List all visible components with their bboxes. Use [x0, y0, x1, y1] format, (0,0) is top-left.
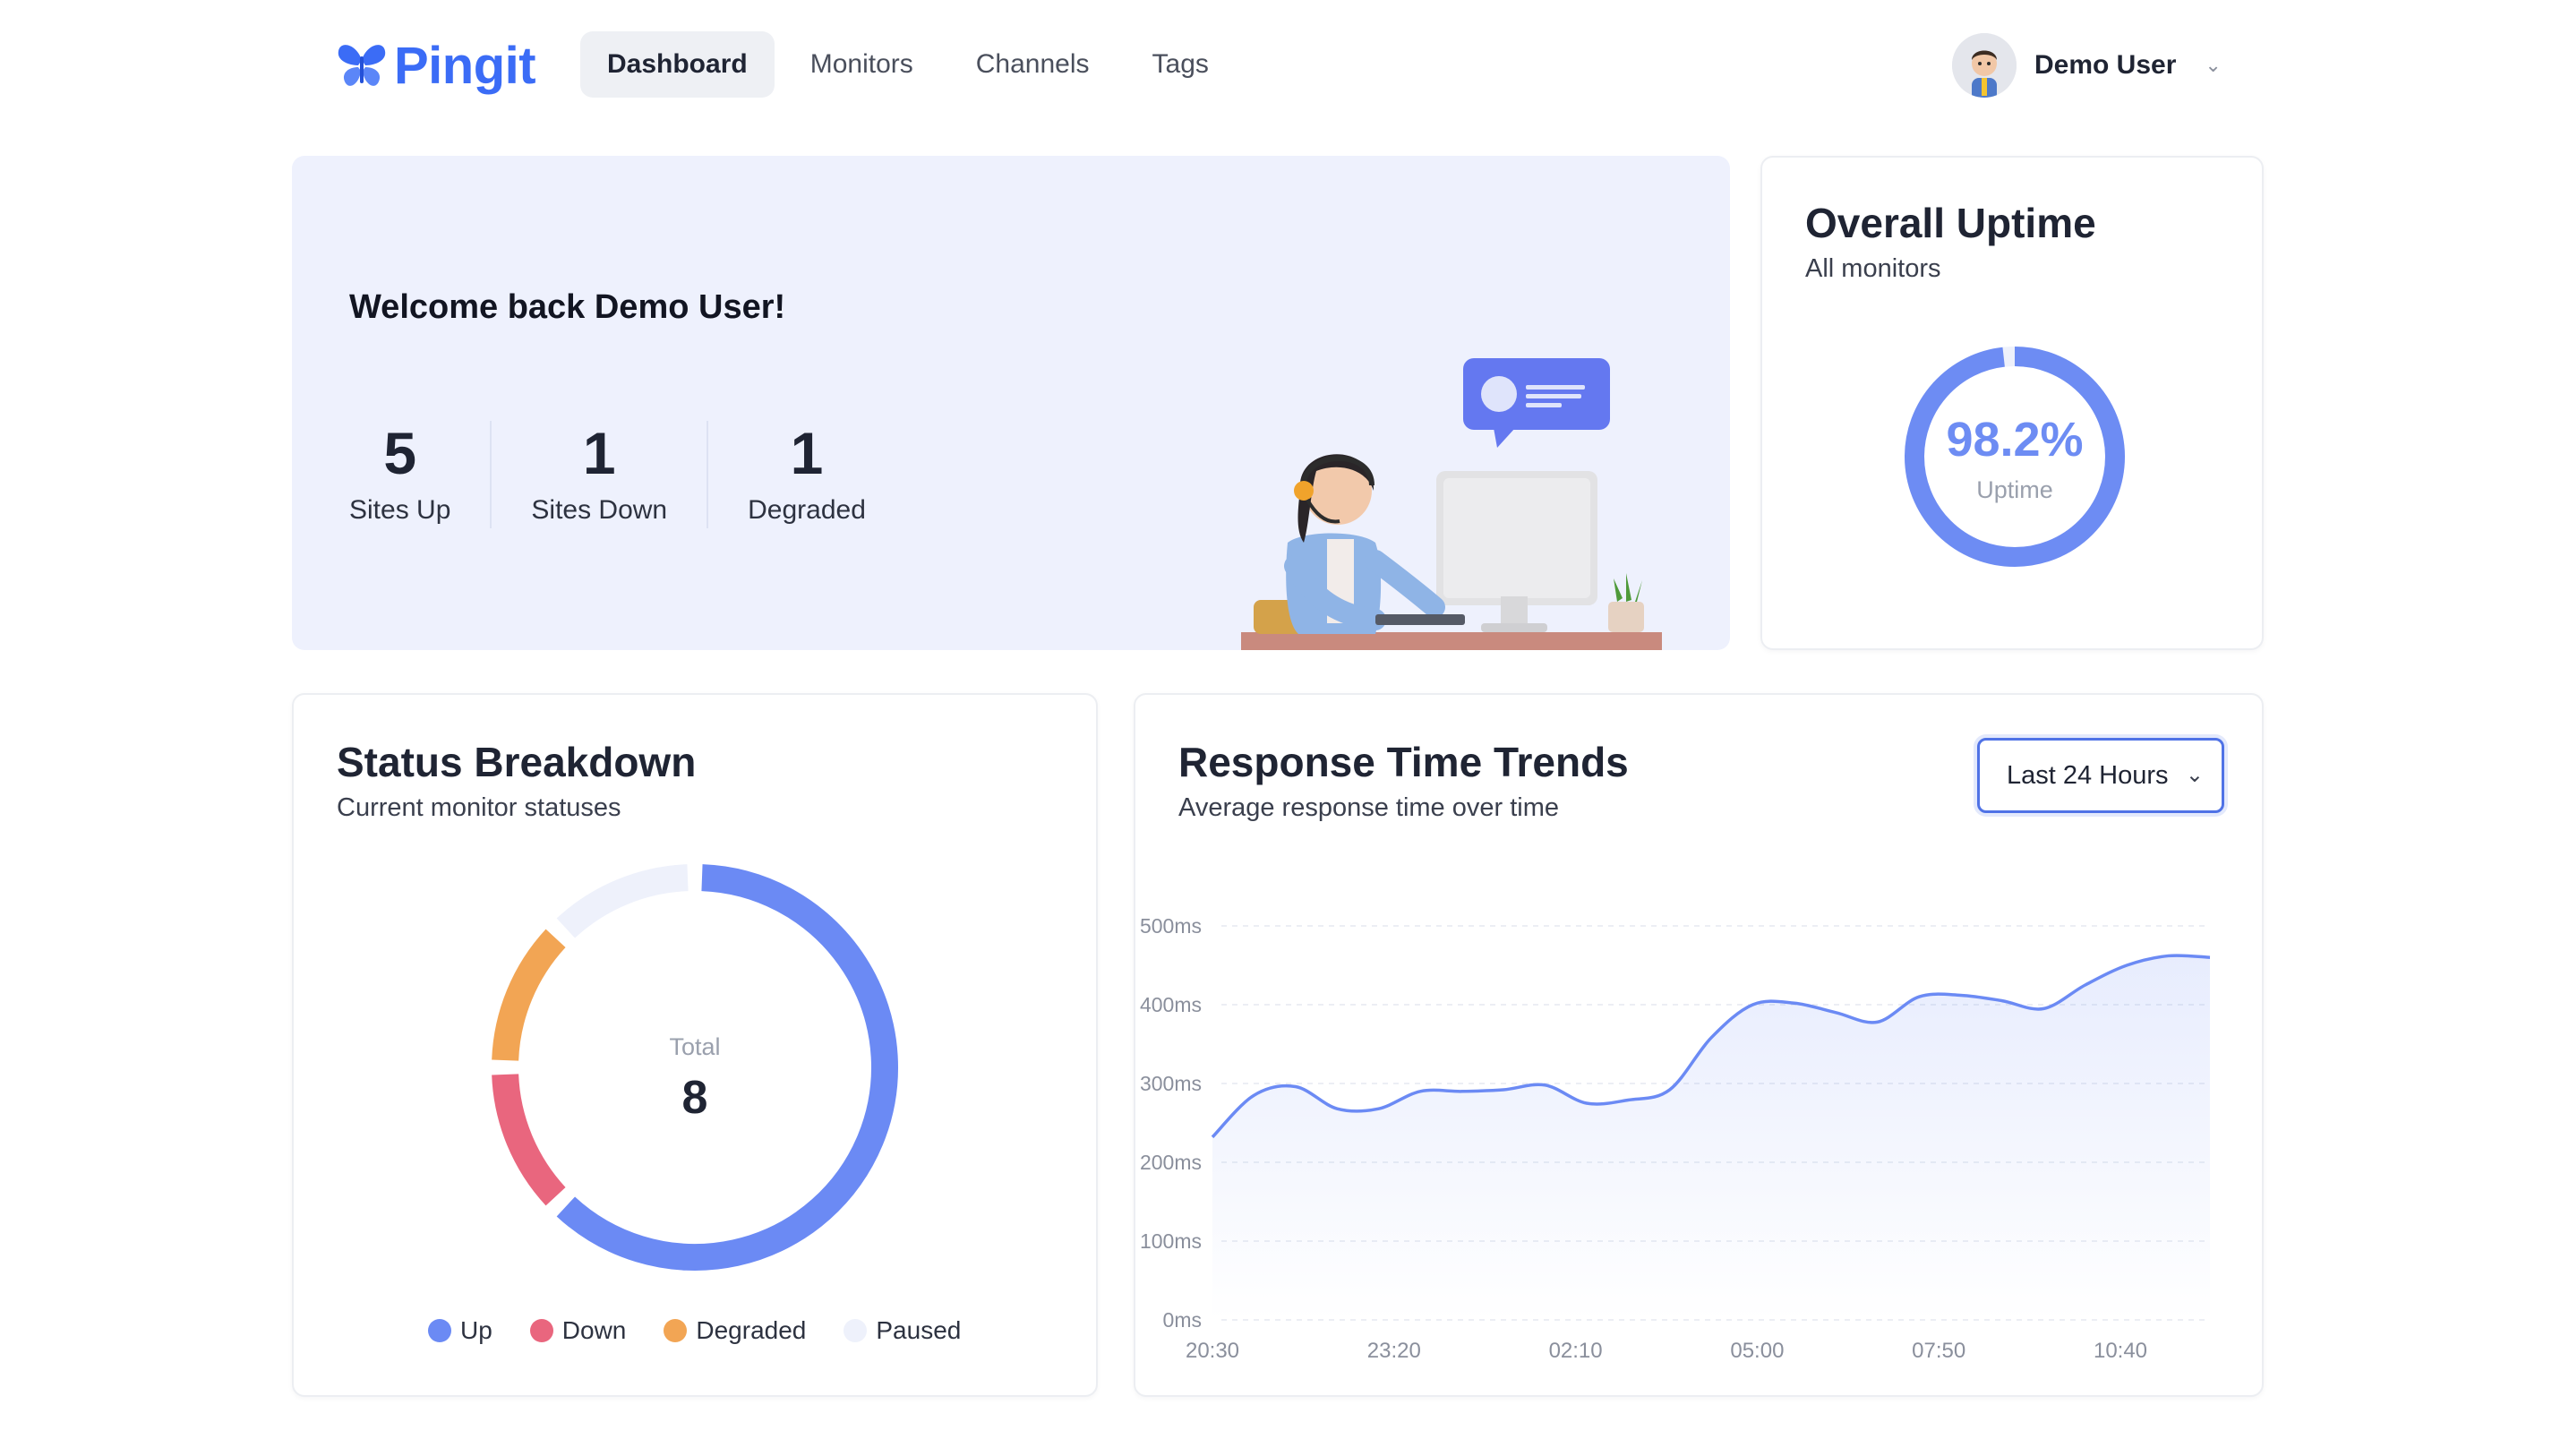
data-point[interactable] [1542, 1083, 1547, 1088]
data-point[interactable] [1501, 1087, 1506, 1092]
data-point[interactable] [1708, 1035, 1714, 1041]
support-agent-illustration [1241, 358, 1662, 650]
user-menu[interactable]: Demo User ⌄ [1952, 31, 2222, 99]
card-title: Status Breakdown [337, 739, 697, 785]
uptime-value: 98.2% [1946, 413, 2084, 467]
chevron-down-icon: ⌄ [2185, 763, 2204, 787]
x-tick-label: 20:30 [1186, 1339, 1239, 1363]
donut-center-value: 8 [681, 1072, 708, 1124]
legend-swatch [664, 1319, 688, 1342]
data-point[interactable] [1460, 1089, 1465, 1094]
card-subtitle: Current monitor statuses [337, 793, 621, 822]
user-avatar-icon [1952, 33, 2017, 98]
legend-label: Down [561, 1316, 627, 1344]
response-time-trends-card: 0ms 100ms 200ms 300ms 400ms 500ms 20:30 23:20 02… [1134, 693, 2264, 1397]
uptime-gauge: 98.2% Uptime [1898, 340, 2131, 573]
legend-label: Up [460, 1316, 492, 1344]
nav-monitors[interactable]: Monitors [784, 31, 940, 98]
x-tick-label: 07:50 [1912, 1339, 1965, 1363]
stat-value: 5 [383, 420, 417, 486]
stat-label: Degraded [748, 495, 866, 525]
card-title: Overall Uptime [1805, 200, 2096, 246]
data-point[interactable] [2124, 963, 2129, 968]
stat-value: 1 [582, 420, 616, 486]
data-point[interactable] [1792, 1000, 1797, 1006]
card-title: Response Time Trends [1178, 739, 1629, 785]
legend-item-degraded[interactable]: Degraded [664, 1316, 806, 1345]
legend-item-paused[interactable]: Paused [844, 1316, 961, 1345]
data-point[interactable] [2041, 1006, 2046, 1011]
overall-uptime-card: Overall Uptime All monitors 98.2% Uptime [1760, 156, 2264, 650]
legend-swatch [428, 1319, 451, 1342]
data-point[interactable] [1251, 1092, 1256, 1098]
data-point[interactable] [2000, 998, 2005, 1004]
data-point[interactable] [2207, 955, 2213, 960]
y-tick-label: 0ms [1163, 1308, 1202, 1332]
stat-value: 1 [790, 420, 824, 486]
chevron-down-icon: ⌄ [2205, 54, 2222, 76]
donut-legend: Up Down Degraded Paused [428, 1316, 961, 1345]
time-range-select[interactable]: Last 24 Hours ⌄ [1977, 738, 2224, 813]
data-point[interactable] [1958, 992, 1964, 998]
legend-label: Paused [876, 1316, 962, 1344]
status-donut-chart: Total 8 [489, 861, 901, 1273]
stat-sites-up: 5 Sites Up [349, 421, 490, 528]
data-point[interactable] [1210, 1135, 1215, 1140]
summary-stats: 5 Sites Up 1 Sites Down 1 Degraded [349, 421, 905, 528]
uptime-label: Uptime [1976, 476, 2053, 503]
data-point[interactable] [1667, 1087, 1673, 1092]
data-point[interactable] [1376, 1106, 1382, 1111]
x-tick-label: 23:20 [1367, 1339, 1421, 1363]
card-subtitle: All monitors [1805, 254, 1941, 283]
legend-swatch [844, 1319, 868, 1342]
data-point[interactable] [2083, 982, 2088, 988]
data-point[interactable] [2166, 953, 2171, 958]
y-tick-label: 100ms [1140, 1229, 1202, 1253]
card-subtitle: Average response time over time [1178, 793, 1560, 822]
status-breakdown-card: Status Breakdown Current monitor statuse… [292, 693, 1098, 1397]
x-tick-label: 10:40 [2094, 1339, 2147, 1363]
data-point[interactable] [1334, 1106, 1340, 1111]
nav-channels[interactable]: Channels [949, 31, 1117, 98]
legend-swatch [529, 1319, 553, 1342]
nav-dashboard[interactable]: Dashboard [580, 31, 775, 98]
legend-item-down[interactable]: Down [529, 1316, 627, 1345]
data-point[interactable] [1750, 1002, 1755, 1007]
time-range-value: Last 24 Hours [2007, 760, 2169, 790]
stat-label: Sites Up [349, 495, 451, 525]
donut-slice-up[interactable] [556, 864, 898, 1271]
data-point[interactable] [1916, 994, 1922, 999]
donut-center-label: Total [669, 1033, 721, 1060]
stat-sites-down: 1 Sites Down [490, 421, 707, 528]
stat-degraded: 1 Degraded [707, 421, 905, 528]
data-point[interactable] [1417, 1089, 1423, 1094]
area-fill [1212, 955, 2210, 1320]
user-name: Demo User [2034, 50, 2177, 80]
welcome-title: Welcome back Demo User! [349, 288, 786, 326]
y-tick-label: 200ms [1140, 1151, 1202, 1174]
data-point[interactable] [1584, 1101, 1589, 1106]
data-point[interactable] [1833, 1010, 1838, 1015]
legend-item-up[interactable]: Up [428, 1316, 492, 1345]
y-tick-label: 400ms [1140, 993, 1202, 1016]
data-point[interactable] [1875, 1019, 1880, 1024]
data-point[interactable] [1625, 1097, 1631, 1102]
nav-tags[interactable]: Tags [1126, 31, 1236, 98]
top-navigation-bar: Pingit Dashboard Monitors Channels Tags … [0, 0, 2552, 131]
legend-label: Degraded [696, 1316, 807, 1344]
x-tick-label: 02:10 [1549, 1339, 1603, 1363]
app-name: Pingit [394, 36, 536, 95]
stat-label: Sites Down [531, 495, 668, 525]
y-tick-label: 500ms [1140, 914, 1202, 938]
butterfly-logo-icon [338, 45, 386, 86]
data-point[interactable] [1293, 1084, 1298, 1090]
main-nav: Dashboard Monitors Channels Tags [580, 31, 1236, 98]
donut-slice-paused[interactable] [556, 864, 689, 938]
welcome-card: Welcome back Demo User! 5 Sites Up 1 Sit… [292, 156, 1730, 650]
app-logo[interactable]: Pingit [335, 34, 536, 97]
x-tick-label: 05:00 [1730, 1339, 1784, 1363]
y-tick-label: 300ms [1140, 1072, 1202, 1095]
